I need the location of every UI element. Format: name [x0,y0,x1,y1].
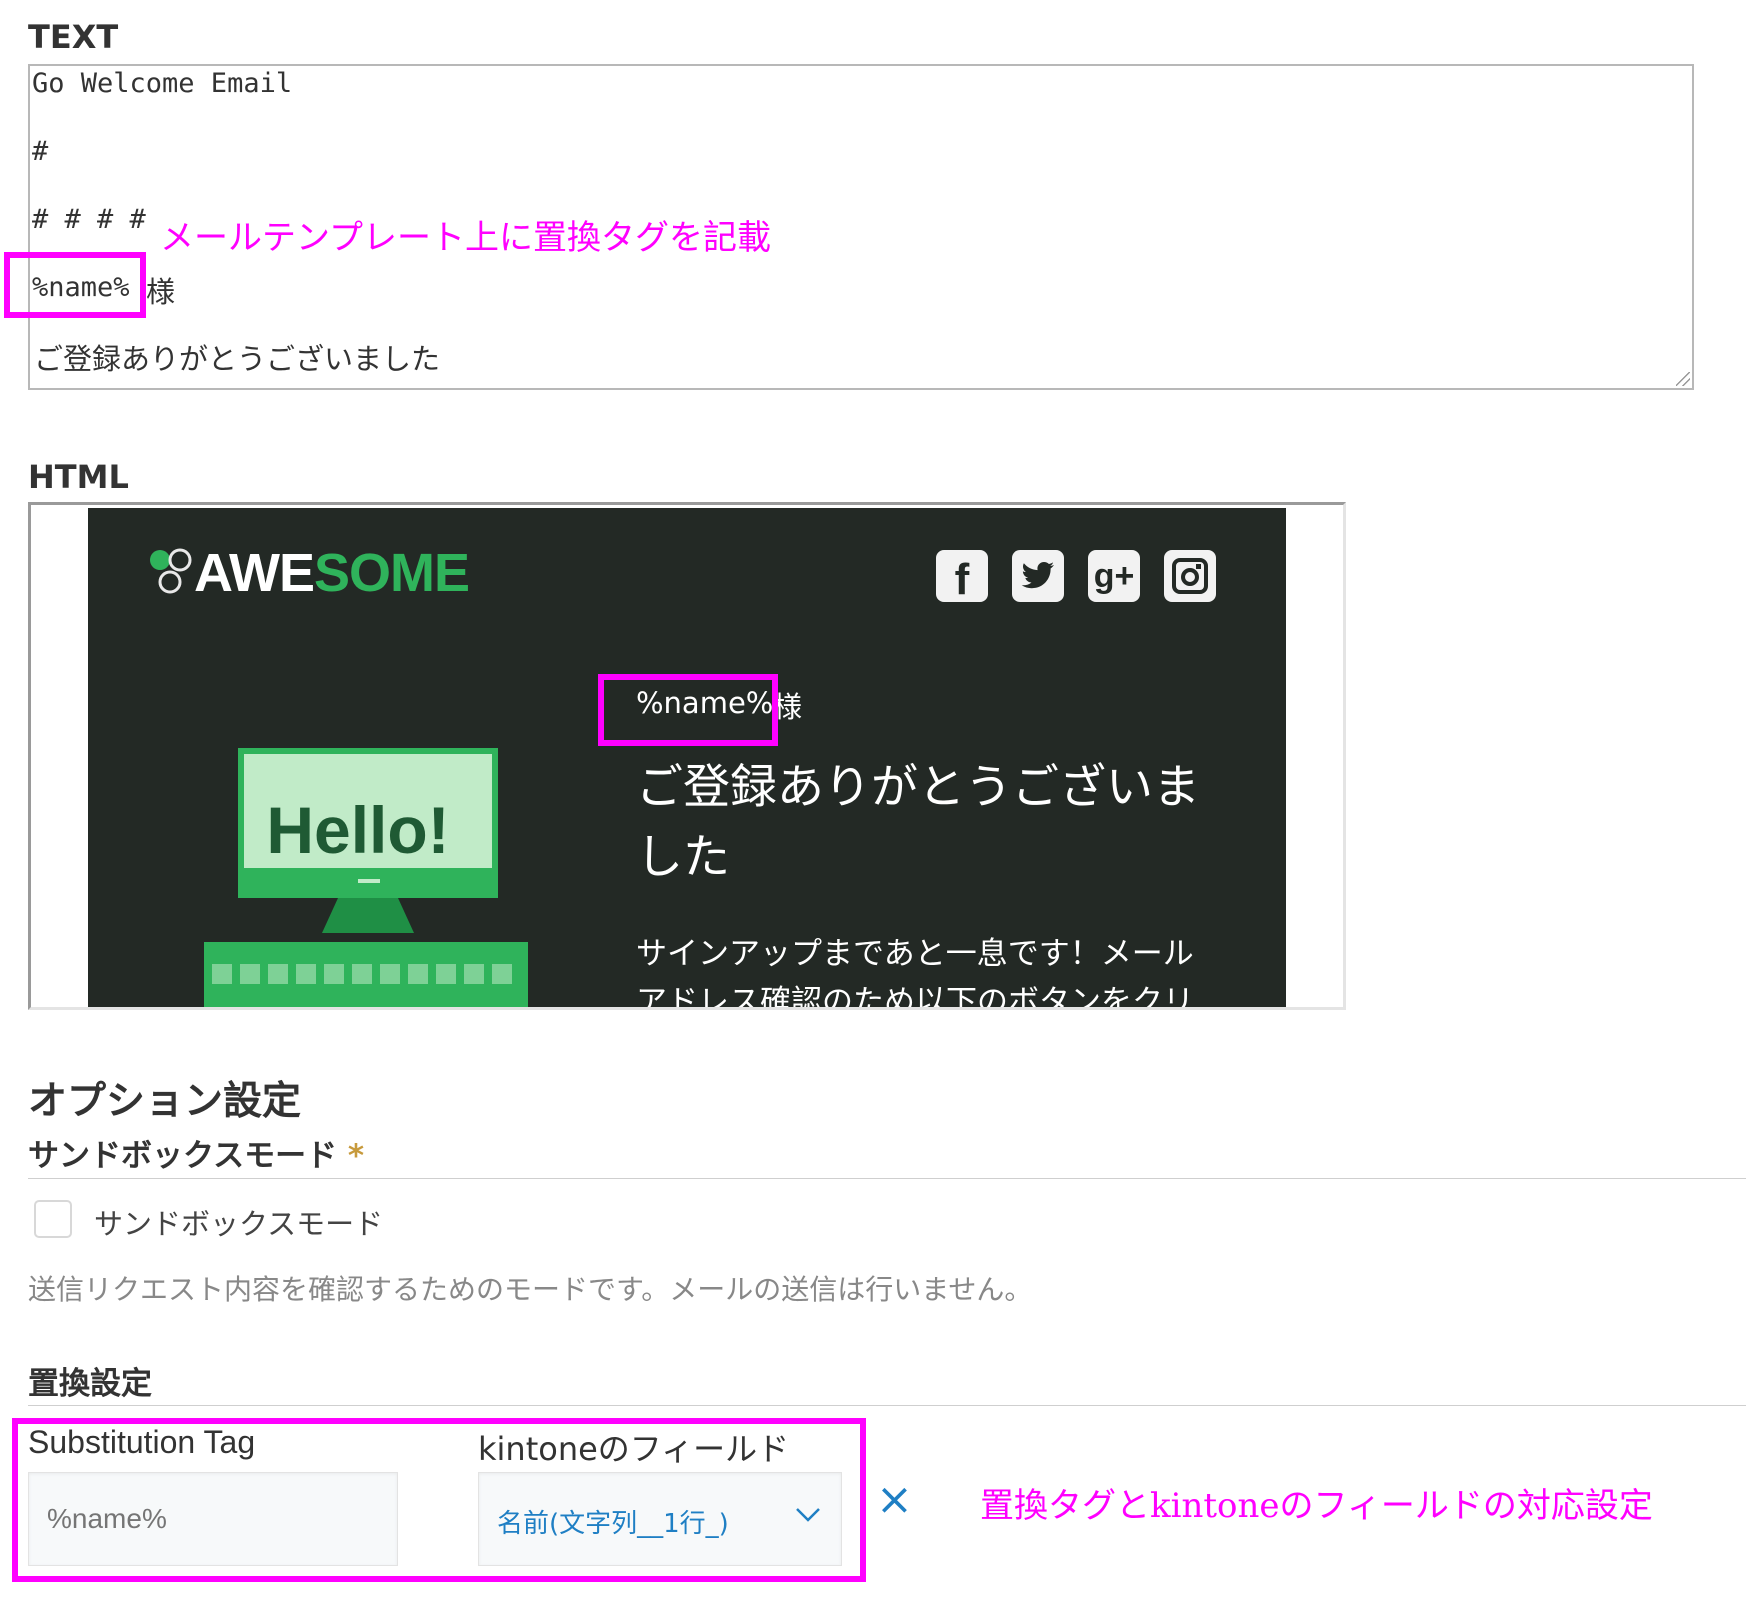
resize-grip-icon[interactable] [1676,372,1690,386]
required-mark: * [347,1138,365,1174]
divider [28,1178,1746,1179]
facebook-icon[interactable]: f [936,550,988,604]
twitter-icon[interactable] [1012,550,1064,602]
google-plus-icon[interactable]: g+ [1088,550,1140,602]
instagram-icon[interactable] [1164,550,1216,602]
sandbox-checkbox[interactable] [34,1200,72,1238]
hello-text: Hello! [266,793,450,867]
substitution-annotation: 置換タグとkintoneのフィールドの対応設定 [980,1486,1653,1526]
awesome-logo-icon [146,548,194,598]
sandbox-checkbox-label[interactable]: サンドボックスモード [94,1201,383,1243]
options-title: オプション設定 [28,1079,302,1124]
email-heading-line2: した [636,830,730,885]
html-preview-frame[interactable]: AWESOME f g+ Hello! %name% 様 ご登録ありがとうござい… [28,502,1346,1010]
email-heading-line1: ご登録ありがとうございま [636,760,1200,815]
email-body-line2: アドレス確認のため以下のボタンをクリ [636,984,1194,1010]
email-body-line1: サインアップまであと一息です！メール [636,936,1194,972]
substitution-title: 置換設定 [28,1366,152,1402]
text-line: # [32,136,49,167]
text-line: # # # # [32,204,146,235]
name-tag-highlight [4,252,146,318]
text-section-label: TEXT [28,18,119,56]
html-section-label: HTML [28,458,129,496]
text-honorific: 様 [146,275,176,309]
text-annotation: メールテンプレート上に置換タグを記載 [160,218,771,258]
divider [28,1405,1746,1406]
text-line: ご登録ありがとうございました [34,342,441,376]
awesome-logo: AWESOME [194,543,470,603]
email-name-tag-highlight [598,674,778,746]
remove-row-icon[interactable]: × [876,1474,913,1525]
hello-monitor-illustration [188,748,540,1007]
substitution-highlight [12,1418,866,1582]
sandbox-help-text: 送信リクエスト内容を確認するためのモードです。メールの送信は行いません。 [28,1273,1033,1306]
text-line: Go Welcome Email [32,68,293,99]
email-preview: AWESOME f g+ Hello! %name% 様 ご登録ありがとうござい… [88,508,1286,1010]
sandbox-header: サンドボックスモード * [28,1138,365,1174]
